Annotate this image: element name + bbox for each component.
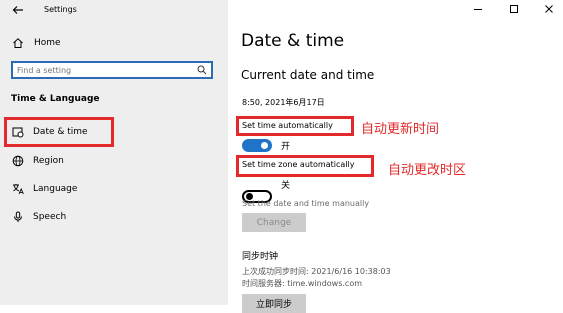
time-server-text: 时间服务器: time.windows.com (242, 279, 363, 288)
sync-heading: 同步时钟 (242, 252, 279, 262)
last-sync-text: 上次成功同步时间: 2021/6/16 10:38:03 (242, 267, 391, 276)
sidebar-item-label: Language (33, 184, 78, 194)
back-arrow-icon[interactable] (10, 4, 26, 16)
close-icon[interactable] (541, 3, 557, 15)
microphone-icon (11, 210, 25, 224)
toggle-knob (261, 142, 268, 149)
sidebar-item-date-time[interactable]: Date & time (6, 120, 112, 144)
set-time-auto-state: 开 (281, 142, 291, 152)
sidebar-item-region[interactable]: Region (6, 153, 206, 171)
search-icon[interactable] (196, 64, 208, 76)
sidebar-item-label: Region (33, 156, 64, 166)
page-title: Date & time (241, 31, 345, 51)
window-title: Settings (44, 5, 77, 14)
sidebar-item-language[interactable]: Language (6, 181, 206, 199)
manual-time-label: Set the date and time manually (242, 199, 370, 208)
maximize-icon[interactable] (506, 3, 522, 15)
sidebar-item-label: Speech (33, 212, 67, 222)
set-time-auto-toggle[interactable] (242, 139, 272, 152)
search-box[interactable] (11, 61, 213, 79)
section-title: Current date and time (241, 68, 375, 82)
minimize-icon[interactable] (470, 3, 486, 15)
search-input[interactable] (17, 64, 187, 76)
sidebar: Settings Home Time & Language Date & tim… (0, 0, 228, 305)
sidebar-item-speech[interactable]: Speech (6, 209, 206, 227)
section-heading: Time & Language (11, 94, 100, 104)
main-content: Date & time Current date and time 8:50, … (228, 0, 563, 313)
set-timezone-auto-label: Set time zone automatically (242, 160, 355, 169)
language-icon (11, 182, 25, 196)
sync-now-button[interactable]: 立即同步 (242, 294, 306, 313)
globe-icon (11, 154, 25, 168)
calendar-clock-icon (11, 125, 25, 139)
change-button[interactable]: Change (242, 213, 306, 232)
annotation-auto-timezone: 自动更改时区 (388, 163, 467, 178)
set-time-auto-label: Set time automatically (242, 121, 333, 130)
home-icon (11, 36, 25, 50)
set-timezone-auto-state: 关 (281, 181, 291, 191)
annotation-auto-time: 自动更新时间 (361, 122, 440, 137)
home-link[interactable]: Home (34, 38, 61, 48)
current-datetime: 8:50, 2021年6月17日 (242, 98, 325, 107)
sidebar-item-label: Date & time (33, 127, 88, 137)
